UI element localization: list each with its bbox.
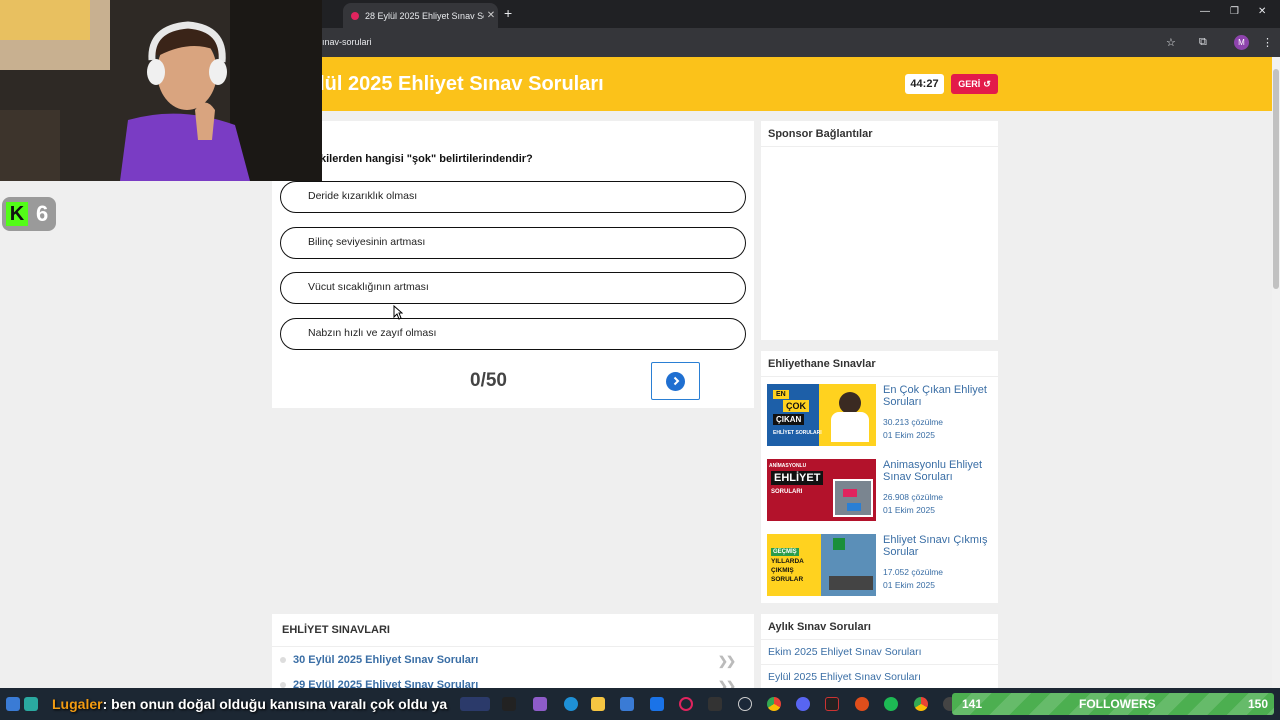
chat-username: Lugaler (52, 696, 103, 712)
obs-icon[interactable] (855, 697, 869, 711)
exam-solve-count: 30.213 çözülme (883, 417, 944, 427)
close-tab-icon[interactable]: ✕ (484, 10, 498, 21)
app-icon[interactable] (825, 697, 839, 711)
restore-icon[interactable]: ❐ (1230, 6, 1239, 17)
license-link[interactable]: 30 Eylül 2025 Ehliyet Sınav Soruları ❯❯ (280, 654, 746, 668)
exam-item[interactable]: ANİMASYONLU EHLİYET SORULARI Animasyonlu… (767, 459, 992, 525)
exam-thumbnail[interactable]: GEÇMİŞ YILLARDA ÇIKMIŞ SORULAR (767, 534, 876, 596)
license-label[interactable]: 30 Eylül 2025 Ehliyet Sınav Soruları (293, 654, 478, 666)
followers-count: 141 (962, 697, 983, 711)
exam-date: 01 Ekim 2025 (883, 430, 935, 440)
site-favicon-icon (351, 11, 359, 20)
mouse-cursor-icon (393, 305, 403, 320)
minimize-icon[interactable]: — (1200, 6, 1210, 17)
question-counter: 0/50 (470, 370, 507, 391)
monthly-link[interactable]: Ekim 2025 Ehliyet Sınav Soruları (761, 640, 998, 665)
app-icon[interactable] (533, 697, 547, 711)
epic-games-icon[interactable] (708, 697, 722, 711)
bookmark-star-icon[interactable]: ☆ (1166, 36, 1176, 49)
next-question-button[interactable] (651, 362, 700, 400)
licenses-title: EHLİYET SINAVLARI (272, 614, 754, 647)
spotify-icon[interactable] (884, 697, 898, 711)
scrollbar-thumb[interactable] (1273, 69, 1279, 289)
exam-title[interactable]: Animasyonlu Ehliyet Sınav Soruları (883, 459, 993, 483)
exam-solve-count: 17.052 çözülme (883, 567, 944, 577)
licenses-box: EHLİYET SINAVLARI 30 Eylül 2025 Ehliyet … (272, 614, 754, 694)
close-window-icon[interactable]: ✕ (1258, 6, 1266, 17)
exams-box: Ehliyethane Sınavlar EN ÇOK ÇIKAN EHLİYE… (761, 351, 998, 603)
sponsor-title: Sponsor Bağlantılar (761, 121, 998, 147)
taskbar: Lugaler: ben onun doğal olduğu kanısına … (0, 688, 1280, 720)
store-icon[interactable] (620, 697, 634, 711)
back-label: GERİ (958, 79, 981, 89)
game-icon[interactable] (460, 697, 490, 711)
viewer-count: 6 (36, 201, 49, 226)
exam-title[interactable]: Ehliyet Sınavı Çıkmış Sorular (883, 534, 993, 558)
chrome-icon[interactable] (914, 697, 928, 711)
answer-option-4[interactable]: Nabzın hızlı ve zayıf olması (280, 318, 746, 350)
answer-option-2[interactable]: Bilinç seviyesinin artması (280, 227, 746, 259)
monthly-box: Aylık Sınav Soruları Ekim 2025 Ehliyet S… (761, 614, 998, 694)
terminal-icon[interactable] (502, 697, 516, 711)
file-explorer-icon[interactable] (591, 697, 605, 711)
chrome-icon[interactable] (767, 697, 781, 711)
page-title: ylül 2025 Ehliyet Sınav Soruları (308, 73, 604, 95)
extensions-icon[interactable]: ⧉ (1199, 36, 1207, 49)
page-scrollbar[interactable] (1272, 57, 1280, 688)
bullet-icon (280, 657, 286, 663)
exam-item[interactable]: GEÇMİŞ YILLARDA ÇIKMIŞ SORULAR Ehliyet S… (767, 534, 992, 600)
kick-viewer-badge: K 6 (2, 197, 56, 231)
steam-icon[interactable] (738, 697, 752, 711)
followers-goal-bar: 141 FOLLOWERS 150 (952, 693, 1274, 715)
start-icon[interactable] (6, 697, 20, 711)
followers-goal: 150 (1247, 697, 1268, 711)
opera-icon[interactable] (679, 697, 693, 711)
monthly-link[interactable]: Eylül 2025 Ehliyet Sınav Soruları (761, 665, 998, 690)
answer-option-3[interactable]: Vücut sıcaklığının artması (280, 272, 746, 304)
answer-option-1[interactable]: Deride kızarıklık olması (280, 181, 746, 213)
outlook-icon[interactable] (650, 697, 664, 711)
menu-kebab-icon[interactable]: ⋮ (1262, 36, 1273, 49)
chat-message: : ben onun doğal olduğu kanısına varalı … (102, 696, 448, 712)
exam-date: 01 Ekim 2025 (883, 580, 935, 590)
url-text[interactable]: ınav-sorulari (322, 37, 372, 47)
webcam-overlay (0, 0, 322, 181)
kick-logo-icon: K (6, 202, 28, 226)
discord-icon[interactable] (796, 697, 810, 711)
followers-label: FOLLOWERS (1079, 697, 1156, 711)
undo-arrow-icon: ↺ (983, 78, 991, 89)
exam-thumbnail[interactable]: ANİMASYONLU EHLİYET SORULARI (767, 459, 876, 521)
question-card: kilerden hangisi "şok" belirtilerindendi… (272, 121, 754, 408)
sponsor-box: Sponsor Bağlantılar (761, 121, 998, 340)
exam-thumbnail[interactable]: EN ÇOK ÇIKAN EHLİYET SORULARI (767, 384, 876, 446)
double-chevron-icon: ❯❯ (717, 654, 736, 668)
exam-timer: 44:27 (905, 74, 944, 94)
exam-title[interactable]: En Çok Çıkan Ehliyet Soruları (883, 384, 993, 408)
profile-avatar[interactable]: M (1234, 35, 1249, 50)
tab-title: 28 Eylül 2025 Ehliyet Sınav Sorı (365, 10, 484, 21)
chevron-right-icon (666, 371, 685, 391)
back-button[interactable]: GERİ ↺ (951, 74, 998, 94)
exam-item[interactable]: EN ÇOK ÇIKAN EHLİYET SORULARI En Çok Çık… (767, 384, 992, 450)
question-text: kilerden hangisi "şok" belirtilerindendi… (320, 153, 533, 165)
new-tab-icon[interactable]: + (504, 5, 512, 21)
exam-date: 01 Ekim 2025 (883, 505, 935, 515)
app-icon[interactable] (24, 697, 38, 711)
browser-tab-active[interactable]: 28 Eylül 2025 Ehliyet Sınav Sorı ✕ (343, 3, 498, 28)
edge-icon[interactable] (564, 697, 578, 711)
chat-overlay: Lugaler: ben onun doğal olduğu kanısına … (52, 696, 447, 712)
monthly-title: Aylık Sınav Soruları (761, 614, 998, 640)
exam-solve-count: 26.908 çözülme (883, 492, 944, 502)
exams-title: Ehliyethane Sınavlar (761, 351, 998, 377)
